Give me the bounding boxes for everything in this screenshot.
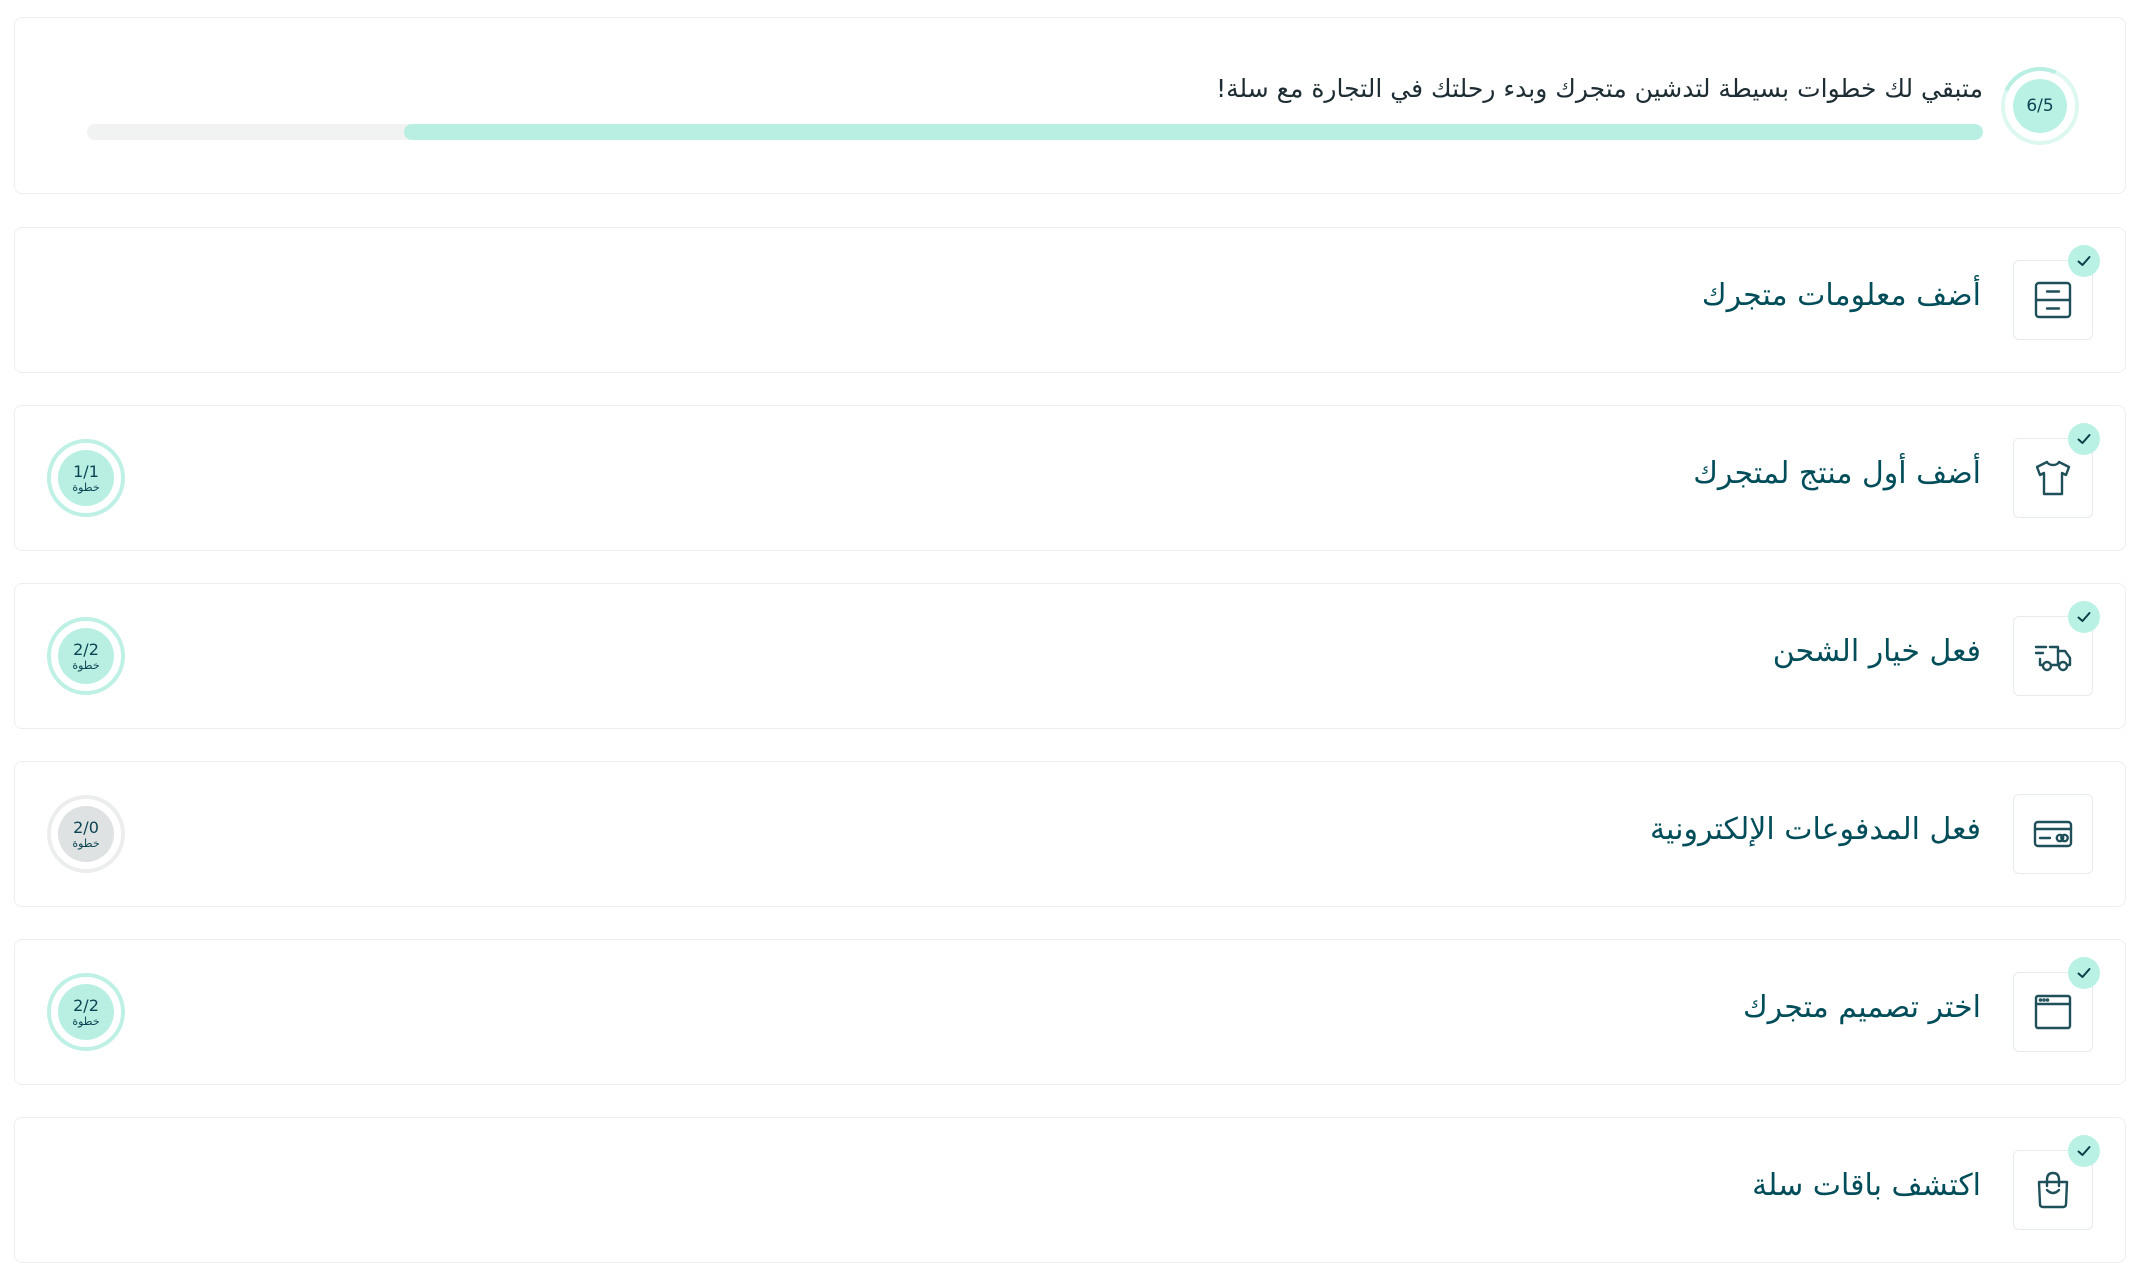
step-title: فعل المدفوعات الإلكترونية	[1649, 812, 1981, 847]
completed-check-icon	[2068, 957, 2100, 989]
step-icon-box	[2013, 957, 2100, 1052]
onboarding-page: 6/5 متبقي لك خطوات بسيطة لتدشين متجرك وب…	[0, 0, 2140, 1278]
progress-card: 6/5 متبقي لك خطوات بسيطة لتدشين متجرك وب…	[14, 17, 2126, 194]
tshirt-icon	[2035, 460, 2071, 496]
completed-check-icon	[2068, 423, 2100, 455]
step-count-label: خطوة	[72, 1014, 100, 1028]
browser-window-icon	[2034, 994, 2072, 1030]
step-card-payments[interactable]: فعل المدفوعات الإلكترونية 2/0 خطوة	[14, 761, 2126, 907]
step-card-first-product[interactable]: أضف أول منتج لمتجرك 1/1 خطوة	[14, 405, 2126, 551]
step-count-badge: 2/2 خطوة	[47, 973, 125, 1051]
progress-counter: 6/5	[2013, 79, 2067, 133]
step-icon-box	[2013, 1135, 2100, 1230]
step-count-label: خطوة	[72, 658, 100, 672]
step-icon-box	[2013, 423, 2100, 518]
step-icon-box	[2013, 794, 2093, 874]
step-card-shipping[interactable]: فعل خيار الشحن 2/2 خطوة	[14, 583, 2126, 729]
progress-bar-fill	[403, 124, 1983, 140]
step-count-value: 2/2	[73, 639, 99, 659]
step-count-value: 1/1	[73, 461, 99, 481]
step-count-badge: 1/1 خطوة	[47, 439, 125, 517]
step-title: فعل خيار الشحن	[1772, 634, 1981, 669]
progress-ring: 6/5	[2001, 67, 2079, 145]
store-info-icon	[2034, 281, 2072, 319]
progress-bar	[87, 124, 1983, 140]
step-card-store-info[interactable]: أضف معلومات متجرك	[14, 227, 2126, 373]
step-count-label: خطوة	[72, 480, 100, 494]
shipping-truck-icon	[2034, 645, 2072, 672]
step-title: اكتشف باقات سلة	[1752, 1168, 1981, 1203]
completed-check-icon	[2068, 601, 2100, 633]
step-card-store-design[interactable]: اختر تصميم متجرك 2/2 خطوة	[14, 939, 2126, 1085]
step-title: أضف معلومات متجرك	[1701, 278, 1981, 313]
payment-card-icon	[2033, 820, 2073, 848]
step-count-badge: 2/0 خطوة	[47, 795, 125, 873]
step-title: أضف أول منتج لمتجرك	[1693, 456, 1981, 491]
step-icon-box	[2013, 245, 2100, 340]
completed-check-icon	[2068, 1135, 2100, 1167]
step-count-value: 2/2	[73, 995, 99, 1015]
completed-check-icon	[2068, 245, 2100, 277]
step-icon-box	[2013, 601, 2100, 696]
step-card-salla-plans[interactable]: اكتشف باقات سلة	[14, 1117, 2126, 1263]
progress-message: متبقي لك خطوات بسيطة لتدشين متجرك وبدء ر…	[1216, 74, 1983, 103]
shopping-bag-icon	[2037, 1171, 2069, 1209]
step-count-badge: 2/2 خطوة	[47, 617, 125, 695]
step-title: اختر تصميم متجرك	[1742, 990, 1981, 1025]
step-count-value: 2/0	[73, 817, 99, 837]
step-count-label: خطوة	[72, 836, 100, 850]
